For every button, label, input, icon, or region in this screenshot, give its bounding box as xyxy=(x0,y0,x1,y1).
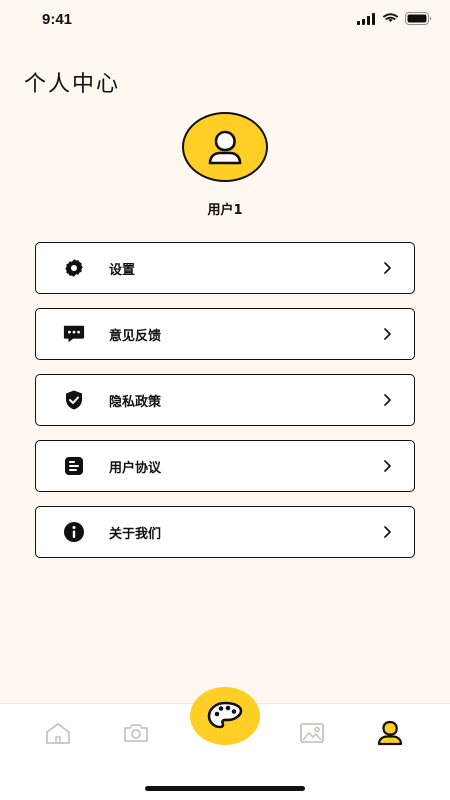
profile-icon xyxy=(377,720,403,746)
chevron-right-icon xyxy=(380,458,396,474)
tab-palette[interactable] xyxy=(190,687,260,745)
palette-icon xyxy=(207,701,243,729)
menu-item-settings[interactable]: 设置 xyxy=(35,242,415,294)
wifi-icon xyxy=(382,12,399,22)
home-indicator xyxy=(145,786,305,791)
menu-item-label: 意见反馈 xyxy=(109,328,162,344)
document-icon xyxy=(63,455,85,477)
page-title: 个人中心 xyxy=(24,72,121,97)
info-icon xyxy=(63,521,85,543)
camera-icon xyxy=(124,724,148,742)
menu-item-privacy[interactable]: 隐私政策 xyxy=(35,374,415,426)
menu-item-label: 隐私政策 xyxy=(109,394,162,410)
chevron-right-icon xyxy=(380,326,396,342)
menu-item-label: 关于我们 xyxy=(109,526,162,542)
menu-item-user-agreement[interactable]: 用户协议 xyxy=(35,440,415,492)
username: 用户1 xyxy=(207,203,243,218)
menu-item-label: 用户协议 xyxy=(109,460,162,476)
user-avatar-icon xyxy=(208,130,242,165)
menu-item-feedback[interactable]: 意见反馈 xyxy=(35,308,415,360)
chevron-right-icon xyxy=(380,260,396,276)
status-bar: 9:41 xyxy=(0,0,450,44)
avatar[interactable] xyxy=(182,112,268,182)
chevron-right-icon xyxy=(380,524,396,540)
status-icons xyxy=(357,12,432,25)
chevron-right-icon xyxy=(380,392,396,408)
gear-icon xyxy=(63,257,85,279)
battery-icon xyxy=(405,12,432,25)
tab-camera[interactable] xyxy=(121,718,151,748)
gallery-icon xyxy=(300,723,324,743)
tab-gallery[interactable] xyxy=(297,718,327,748)
menu-item-label: 设置 xyxy=(109,262,136,278)
home-icon xyxy=(46,723,70,744)
shield-check-icon xyxy=(63,389,85,411)
tab-home[interactable] xyxy=(43,718,73,748)
chat-bubble-icon xyxy=(63,323,85,345)
status-time: 9:41 xyxy=(42,11,73,28)
menu-item-about-us[interactable]: 关于我们 xyxy=(35,506,415,558)
cellular-signal-icon xyxy=(357,12,375,25)
tab-profile[interactable] xyxy=(375,718,405,748)
